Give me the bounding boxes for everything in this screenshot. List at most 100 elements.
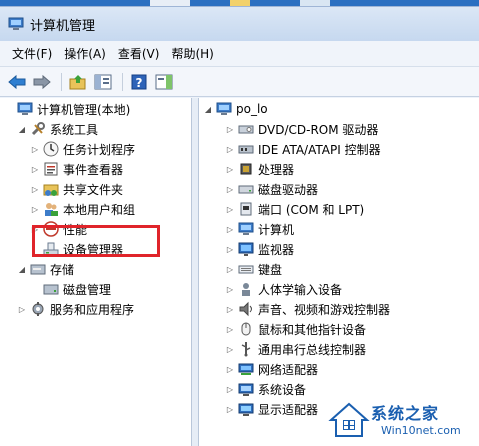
- tree-collapsed-icon[interactable]: ▷: [225, 304, 235, 314]
- tree-node-label: 显示适配器: [258, 402, 319, 417]
- menu-help[interactable]: 帮助(H): [165, 43, 219, 65]
- computer-icon: [238, 222, 254, 235]
- tree-node-label: 事件查看器: [63, 162, 124, 177]
- tree-collapsed-icon[interactable]: ▷: [225, 164, 235, 174]
- tree-collapsed-icon[interactable]: ▷: [225, 404, 235, 414]
- monitor-icon: [238, 242, 254, 256]
- tree-collapsed-icon[interactable]: ▷: [225, 204, 235, 214]
- tree-node[interactable]: ▷ 服务和应用程序: [17, 299, 134, 319]
- tree-node-label: DVD/CD-ROM 驱动器: [258, 122, 379, 137]
- tree-node-label: 网络适配器: [258, 362, 319, 377]
- back-button[interactable]: [6, 71, 28, 93]
- window-title: 计算机管理: [30, 18, 96, 34]
- device-category-row[interactable]: ▷ 人体学输入设备: [225, 279, 342, 299]
- tree-node-label: IDE ATA/ATAPI 控制器: [258, 142, 381, 157]
- menu-file[interactable]: 文件(F): [6, 43, 58, 65]
- device-category-row[interactable]: ▷ 声音、视频和游戏控制器: [225, 299, 390, 319]
- tree-node-label: 端口 (COM 和 LPT): [258, 202, 365, 217]
- tree-collapsed-icon[interactable]: ▷: [225, 364, 235, 374]
- toolbar-separator: [61, 72, 62, 91]
- tree-collapsed-icon[interactable]: ▷: [225, 264, 235, 274]
- shared-folder-icon: [43, 184, 59, 196]
- event-viewer-icon: [44, 162, 58, 176]
- tree-collapsed-icon[interactable]: ▷: [30, 184, 40, 194]
- pc-root-icon: [216, 102, 232, 115]
- svg-text:?: ?: [136, 76, 143, 90]
- tree-node[interactable]: ▷ 任务计划程序: [30, 139, 135, 159]
- keyboard-icon: [238, 265, 254, 274]
- tree-collapsed-icon[interactable]: ▷: [17, 304, 27, 314]
- device-category-row[interactable]: ▷ 端口 (COM 和 LPT): [225, 199, 364, 219]
- device-category-row[interactable]: ▷ 网络适配器: [225, 359, 318, 379]
- device-category-row[interactable]: ▷ 磁盘驱动器: [225, 179, 318, 199]
- sound-icon: [239, 301, 252, 317]
- tree-node-label: 任务计划程序: [63, 142, 136, 157]
- tree-node[interactable]: ◢ 系统工具: [17, 119, 98, 139]
- tree-node[interactable]: ▷ 事件查看器: [30, 159, 123, 179]
- tree-collapsed-icon[interactable]: ▷: [225, 284, 235, 294]
- device-category-row[interactable]: ▷ 计算机: [225, 219, 294, 239]
- processor-icon: [240, 163, 252, 175]
- tree-expanded-icon[interactable]: ◢: [17, 124, 27, 134]
- menu-bar: 文件(F) 操作(A) 查看(V) 帮助(H): [0, 41, 479, 67]
- device-category-row[interactable]: ▷ 处理器: [225, 159, 294, 179]
- tree-node[interactable]: 计算机管理(本地): [4, 99, 130, 119]
- tree-node-label: 鼠标和其他指针设备: [258, 322, 367, 337]
- tree-collapsed-icon[interactable]: ▷: [225, 244, 235, 254]
- device-category-row[interactable]: ◢ po_lo: [203, 99, 268, 119]
- highlight-annotation-box: [32, 225, 160, 257]
- tree-expanded-icon[interactable]: ◢: [203, 104, 213, 114]
- tree-node[interactable]: 磁盘管理: [30, 279, 111, 299]
- device-category-row[interactable]: ▷ 监视器: [225, 239, 294, 259]
- device-category-row[interactable]: ▷ 鼠标和其他指针设备: [225, 319, 366, 339]
- tree-node[interactable]: ▷ 本地用户和组: [30, 199, 135, 219]
- tree-node[interactable]: ◢ 存储: [17, 259, 74, 279]
- tree-node[interactable]: ▷ 共享文件夹: [30, 179, 123, 199]
- help-icon: ?: [131, 74, 147, 90]
- tree-node-label: 存储: [50, 262, 75, 277]
- tree-node-label: 计算机: [258, 222, 295, 237]
- tree-collapsed-icon[interactable]: ▷: [225, 224, 235, 234]
- menu-view[interactable]: 查看(V): [112, 43, 166, 65]
- tree-node-label: 共享文件夹: [63, 182, 124, 197]
- tree-node-label: 磁盘驱动器: [258, 182, 319, 197]
- display-adapter-icon: [238, 403, 254, 416]
- forward-arrow-icon: [33, 74, 51, 89]
- tree-collapsed-icon[interactable]: ▷: [225, 124, 235, 134]
- tree-collapsed-icon[interactable]: ▷: [225, 344, 235, 354]
- menu-action[interactable]: 操作(A): [58, 43, 112, 65]
- storage-icon: [30, 264, 46, 275]
- device-category-row[interactable]: ▷ 通用串行总线控制器: [225, 339, 366, 359]
- tree-collapsed-icon[interactable]: ▷: [30, 204, 40, 214]
- system-device-icon: [238, 383, 254, 396]
- tree-collapsed-icon[interactable]: ▷: [225, 184, 235, 194]
- up-folder-button[interactable]: [67, 71, 89, 93]
- tree-collapsed-icon[interactable]: ▷: [225, 144, 235, 154]
- device-category-row[interactable]: ▷ IDE ATA/ATAPI 控制器: [225, 139, 381, 159]
- tree-collapsed-icon[interactable]: ▷: [225, 324, 235, 334]
- folder-up-icon: [69, 74, 86, 89]
- watermark-url: Win10net.com: [381, 424, 461, 437]
- tree-node-label: 系统设备: [258, 382, 307, 397]
- tree-node-label: 系统工具: [50, 122, 99, 137]
- device-category-row[interactable]: ▷ 显示适配器: [225, 399, 318, 419]
- tree-collapsed-icon[interactable]: ▷: [30, 164, 40, 174]
- tree-expanded-icon[interactable]: ◢: [17, 264, 27, 274]
- tools-icon: [31, 122, 45, 136]
- help-button[interactable]: ?: [128, 71, 150, 93]
- tree-collapsed-icon[interactable]: ▷: [225, 384, 235, 394]
- forward-button[interactable]: [31, 71, 53, 93]
- tree-node-label: 本地用户和组: [63, 202, 136, 217]
- tree-node-label: 声音、视频和游戏控制器: [258, 302, 391, 317]
- device-category-row[interactable]: ▷ DVD/CD-ROM 驱动器: [225, 119, 379, 139]
- device-category-row[interactable]: ▷ 系统设备: [225, 379, 306, 399]
- action-pane-button[interactable]: [153, 71, 175, 93]
- usb-icon: [241, 342, 251, 357]
- console-tree-icon: [94, 74, 112, 89]
- services-icon: [32, 302, 44, 316]
- action-pane-icon: [155, 74, 173, 89]
- device-category-row[interactable]: ▷ 键盘: [225, 259, 282, 279]
- show-hide-tree-button[interactable]: [92, 71, 114, 93]
- title-bar: 计算机管理: [0, 7, 479, 41]
- tree-collapsed-icon[interactable]: ▷: [30, 144, 40, 154]
